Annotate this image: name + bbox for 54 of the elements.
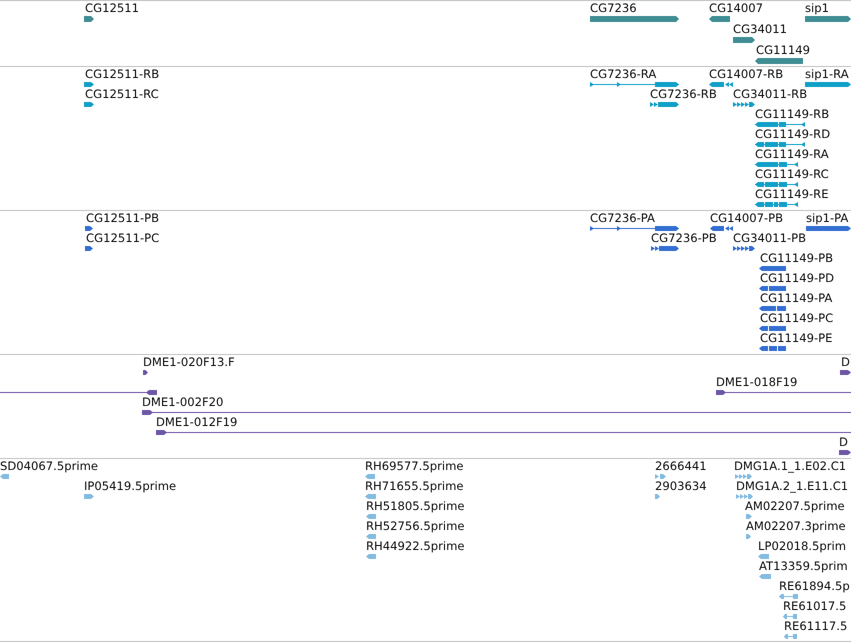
gene-label: sip1 — [805, 2, 829, 14]
gene-label: CG11149 — [756, 44, 810, 56]
est-label: IP05419.5prime — [84, 480, 176, 492]
transcript-label: CG11149-RB — [755, 108, 830, 120]
gene-label: CG14007 — [709, 2, 763, 14]
est-label: LP02018.5prim — [758, 540, 846, 552]
est-label: RH69577.5prime — [365, 460, 464, 472]
clone-label: DME1-020F13.F — [143, 356, 235, 368]
protein-label: CG11149-PA — [760, 292, 832, 304]
est-label: AT13359.5prim — [759, 560, 848, 572]
clone-label: D — [841, 356, 850, 368]
protein-label: CG11149-PD — [760, 272, 834, 284]
protein-label: sip1-PA — [806, 212, 848, 224]
clone-label: DME1-012F19 — [156, 416, 238, 428]
est-label: RH71655.5prime — [365, 480, 464, 492]
gene-label: CG12511 — [85, 2, 139, 14]
protein-label: CG34011-PB — [733, 232, 806, 244]
transcript-label: sip1-RA — [805, 68, 849, 80]
protein-label: CG12511-PB — [86, 212, 160, 224]
est-label: 2666441 — [655, 460, 707, 472]
est-label: RH52756.5prime — [366, 520, 464, 532]
transcript-label: CG11149-RE — [755, 188, 829, 200]
est-label: DMG1A.2_1.E11.C1 — [736, 480, 848, 492]
transcript-label: CG11149-RC — [755, 168, 829, 180]
est-label: RH51805.5prime — [366, 500, 464, 512]
est-label: RE61017.5 — [783, 600, 846, 612]
protein-label: CG11149-PB — [760, 252, 834, 264]
transcript-label: CG12511-RC — [85, 88, 159, 100]
transcript-label: CG34011-RB — [733, 88, 808, 100]
transcript-label: CG11149-RA — [755, 148, 829, 160]
transcript-label: CG7236-RB — [650, 88, 717, 100]
transcript-label: CG11149-RD — [755, 128, 830, 140]
transcript-label: CG7236-RA — [590, 68, 656, 80]
protein-label: CG11149-PC — [760, 312, 834, 324]
protein-label: CG11149-PE — [760, 332, 832, 344]
protein-label: CG7236-PB — [651, 232, 717, 244]
protein-label: CG12511-PC — [86, 232, 160, 244]
est-label: SD04067.5prime — [0, 460, 98, 472]
est-label: DMG1A.1_1.E02.C1 — [734, 460, 846, 472]
transcript-label: CG14007-RB — [709, 68, 784, 80]
protein-label: CG14007-PB — [710, 212, 784, 224]
est-label: 2903634 — [655, 480, 707, 492]
clone-label: DME1-018F19 — [716, 376, 798, 388]
est-label: RE61894.5p — [779, 580, 850, 592]
clone-label: DME1-002F20 — [142, 396, 224, 408]
clone-label: D — [839, 436, 848, 448]
gene-label: CG34011 — [733, 23, 787, 35]
est-label: RE61117.5 — [784, 620, 848, 632]
est-label: AM02207.5prime — [745, 500, 845, 512]
transcript-label: CG12511-RB — [85, 68, 160, 80]
protein-label: CG7236-PA — [590, 212, 655, 224]
est-label: AM02207.3prime — [746, 520, 846, 532]
est-label: RH44922.5prime — [366, 540, 464, 552]
gene-label: CG7236 — [590, 2, 637, 14]
